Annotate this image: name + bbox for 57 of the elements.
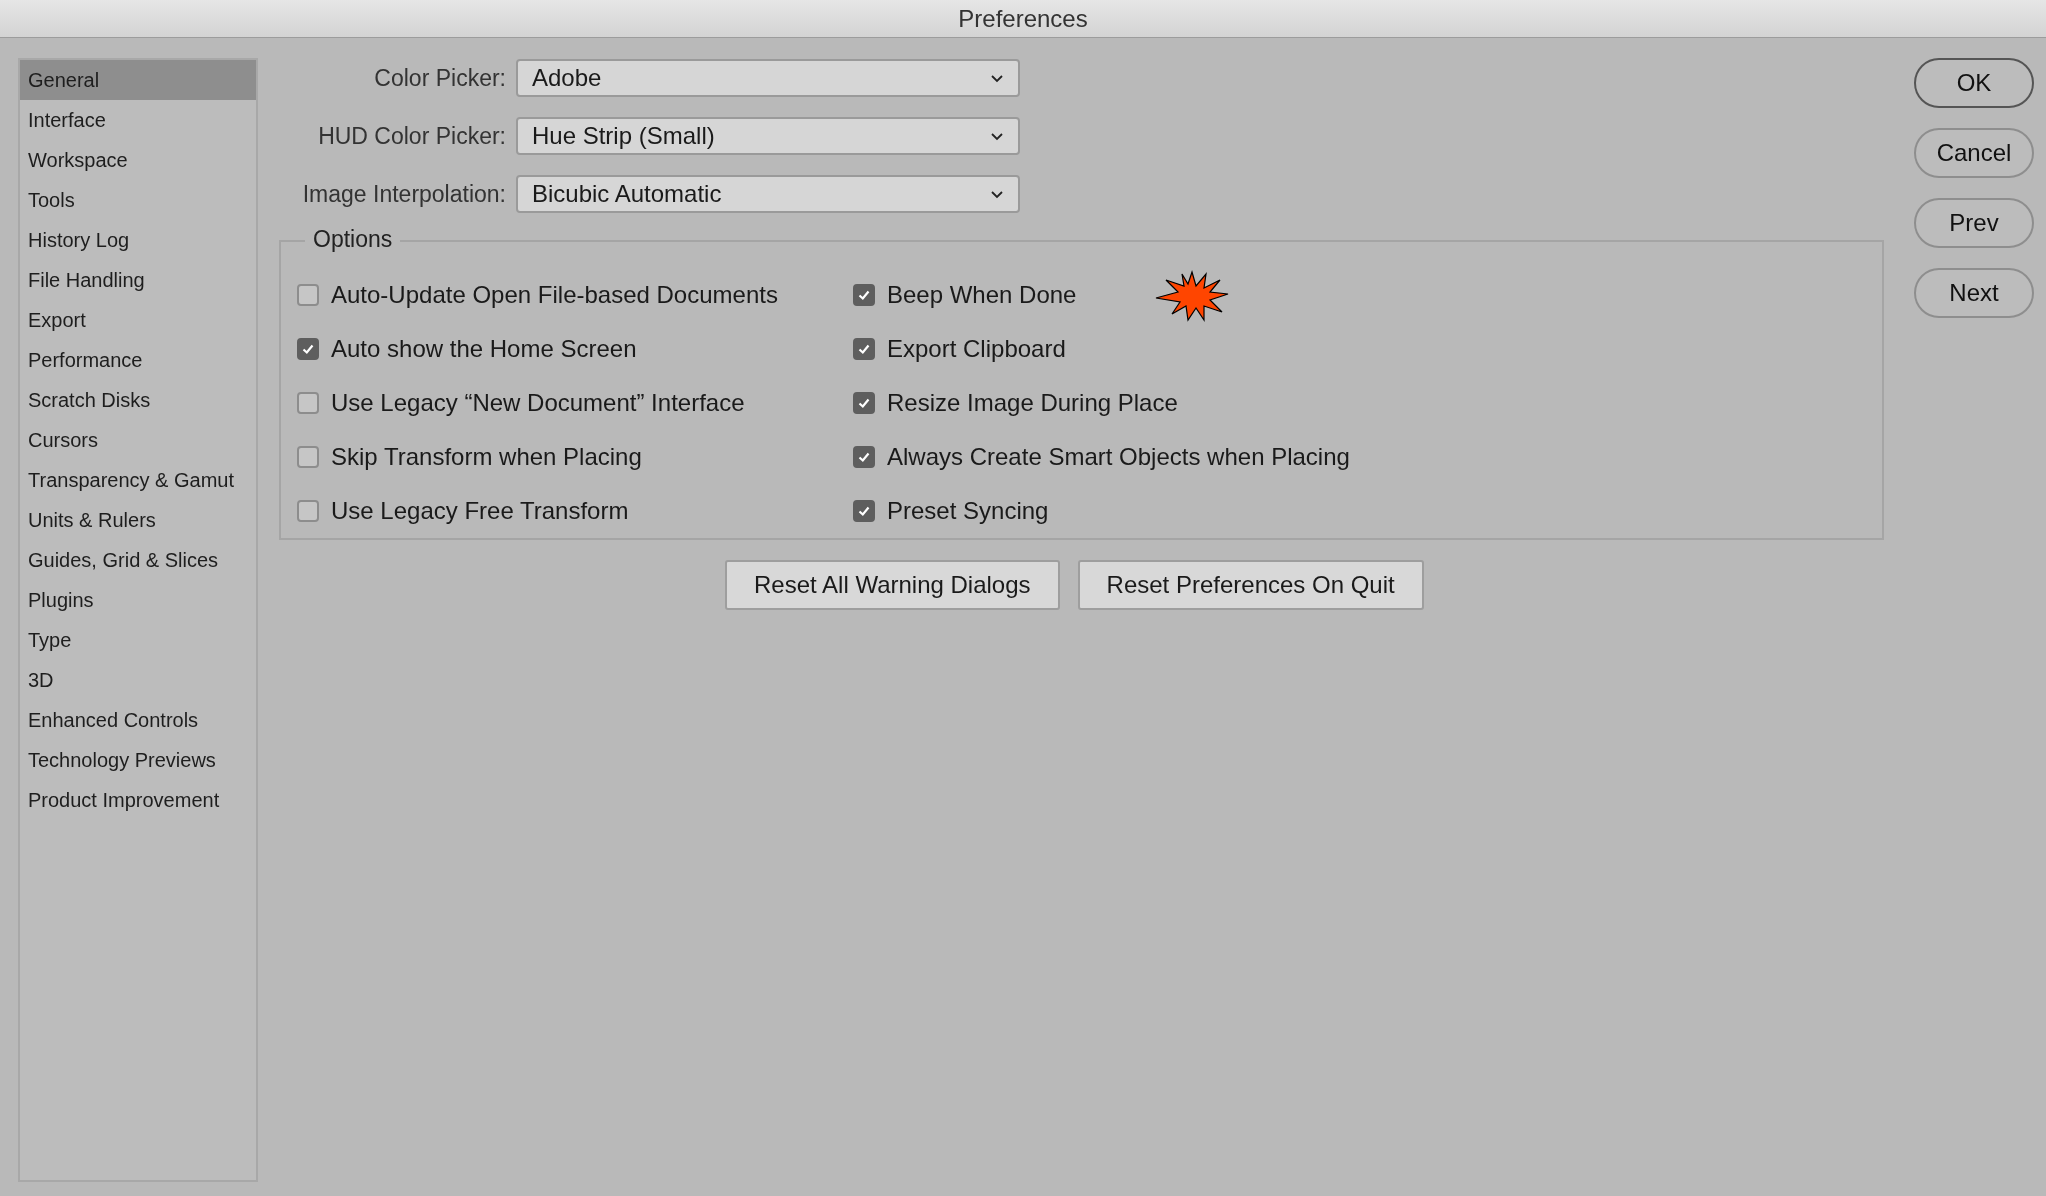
dropdown[interactable]: Adobe — [516, 59, 1020, 97]
dialog-button[interactable]: Prev — [1914, 198, 2034, 248]
sidebar-item[interactable]: Type — [20, 620, 256, 660]
sidebar-item[interactable]: Export — [20, 300, 256, 340]
checkbox-label: Export Clipboard — [887, 335, 1066, 363]
checkbox[interactable] — [853, 392, 875, 414]
sidebar-item[interactable]: Workspace — [20, 140, 256, 180]
sidebar-item[interactable]: Cursors — [20, 420, 256, 460]
sidebar-item[interactable]: Guides, Grid & Slices — [20, 540, 256, 580]
chevron-down-icon — [990, 131, 1004, 141]
starburst-icon — [1154, 270, 1230, 322]
checkbox[interactable] — [297, 338, 319, 360]
checkbox[interactable] — [853, 284, 875, 306]
sidebar-item[interactable]: Transparency & Gamut — [20, 460, 256, 500]
checkbox-label: Use Legacy “New Document” Interface — [331, 389, 745, 417]
checkbox[interactable] — [297, 446, 319, 468]
checkbox-label: Always Create Smart Objects when Placing — [887, 443, 1350, 471]
dropdown[interactable]: Bicubic Automatic — [516, 175, 1020, 213]
dropdown-label: Color Picker: — [373, 64, 507, 92]
window-title: Preferences — [958, 4, 1088, 33]
checkbox[interactable] — [297, 284, 319, 306]
dialog-button[interactable]: OK — [1914, 58, 2034, 108]
checkbox-label: Preset Syncing — [887, 497, 1049, 525]
chevron-down-icon — [990, 189, 1004, 199]
sidebar-item[interactable]: Tools — [20, 180, 256, 220]
sidebar-item[interactable]: Scratch Disks — [20, 380, 256, 420]
dialog-button[interactable]: Next — [1914, 268, 2034, 318]
dropdown[interactable]: Hue Strip (Small) — [516, 117, 1020, 155]
checkbox-label: Use Legacy Free Transform — [331, 497, 629, 525]
checkbox[interactable] — [853, 446, 875, 468]
checkbox-label: Skip Transform when Placing — [331, 443, 642, 471]
dropdown-label: Image Interpolation: — [301, 180, 507, 208]
sidebar-item[interactable]: Technology Previews — [20, 740, 256, 780]
reset-button[interactable]: Reset Preferences On Quit — [1077, 560, 1424, 610]
checkbox-label: Beep When Done — [887, 281, 1077, 309]
chevron-down-icon — [990, 73, 1004, 83]
checkbox[interactable] — [297, 392, 319, 414]
checkbox-label: Auto-Update Open File-based Documents — [331, 281, 778, 309]
checkbox-label: Auto show the Home Screen — [331, 335, 637, 363]
sidebar-item[interactable]: Product Improvement — [20, 780, 256, 820]
sidebar-item[interactable]: Units & Rulers — [20, 500, 256, 540]
reset-button[interactable]: Reset All Warning Dialogs — [725, 560, 1060, 610]
checkbox[interactable] — [853, 338, 875, 360]
sidebar-item[interactable]: Interface — [20, 100, 256, 140]
checkbox[interactable] — [297, 500, 319, 522]
group-title: Options — [305, 226, 401, 253]
dialog-button[interactable]: Cancel — [1914, 128, 2034, 178]
sidebar-item[interactable]: General — [20, 60, 256, 100]
checkbox-label: Resize Image During Place — [887, 389, 1178, 417]
sidebar-item[interactable]: 3D — [20, 660, 256, 700]
sidebar-item[interactable]: Performance — [20, 340, 256, 380]
sidebar-item[interactable]: Plugins — [20, 580, 256, 620]
sidebar-item[interactable]: Enhanced Controls — [20, 700, 256, 740]
sidebar-item[interactable]: History Log — [20, 220, 256, 260]
checkbox[interactable] — [853, 500, 875, 522]
dropdown-label: HUD Color Picker: — [317, 122, 507, 150]
sidebar-item[interactable]: File Handling — [20, 260, 256, 300]
